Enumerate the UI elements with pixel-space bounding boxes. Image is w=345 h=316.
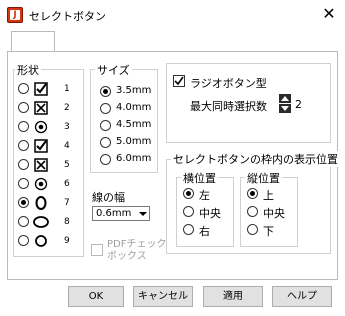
- shape-group-label: 形状: [15, 62, 41, 78]
- checkbox-cross-icon: [33, 100, 49, 116]
- size-radio[interactable]: [100, 103, 111, 114]
- horizontal-position-option: 左: [199, 189, 210, 202]
- shape-number: 8: [64, 217, 70, 227]
- size-option-label: 6.0mm: [116, 153, 152, 164]
- shape-number: 3: [64, 122, 70, 132]
- shape-number: 7: [64, 198, 70, 208]
- max-select-value: 2: [295, 98, 302, 111]
- radio-dot-icon: [33, 119, 49, 135]
- pdf-check-checkbox[interactable]: [91, 244, 103, 256]
- close-icon[interactable]: ✕: [318, 3, 340, 25]
- line-width-value: 0.6mm: [96, 208, 132, 219]
- vertical-position-radio[interactable]: [247, 188, 258, 199]
- oval-tall-icon: [33, 195, 49, 211]
- radio-dot-icon: [33, 176, 49, 192]
- apply-button[interactable]: 適用: [203, 286, 263, 307]
- pdf-check-label-line2: ボックス: [107, 251, 147, 262]
- shape-radio-2[interactable]: [18, 102, 29, 113]
- size-radio[interactable]: [100, 154, 111, 165]
- checkbox-check-icon: [33, 81, 49, 97]
- size-option-label: 3.5mm: [116, 85, 152, 96]
- horizontal-position-radio[interactable]: [183, 224, 194, 235]
- title-bar: J セレクトボタン ✕: [0, 0, 345, 30]
- help-button[interactable]: ヘルプ: [272, 286, 332, 307]
- oval-wide-icon: [33, 214, 49, 230]
- cancel-button[interactable]: キャンセル: [133, 286, 193, 307]
- size-group-label: サイズ: [95, 62, 132, 78]
- shape-radio-4[interactable]: [18, 140, 29, 151]
- checkbox-cross-icon: [33, 157, 49, 173]
- horizontal-position-label: 横位置: [181, 170, 218, 186]
- tab-main[interactable]: [11, 31, 55, 52]
- pdf-check-label: PDFチェック ボックス: [107, 239, 166, 263]
- app-icon-letter: J: [10, 10, 20, 20]
- vertical-position-option: 中央: [263, 207, 285, 220]
- spinner-down-icon[interactable]: [279, 104, 291, 113]
- size-radio[interactable]: [100, 86, 111, 97]
- check-icon: [174, 76, 184, 86]
- shape-number: 5: [64, 160, 70, 170]
- shape-number: 2: [64, 103, 70, 113]
- spinner-up-icon[interactable]: [279, 94, 291, 103]
- pdf-check-label-line1: PDFチェック: [107, 239, 167, 250]
- max-select-spinner[interactable]: [279, 94, 291, 113]
- radio-type-checkbox[interactable]: [173, 75, 185, 87]
- app-icon: J: [7, 7, 23, 23]
- shape-number: 9: [64, 236, 70, 246]
- ok-button[interactable]: OK: [68, 286, 124, 307]
- position-group-label: セレクトボタンの枠内の表示位置: [171, 151, 340, 167]
- horizontal-position-option: 中央: [199, 207, 221, 220]
- size-option-label: 5.0mm: [116, 136, 152, 147]
- vertical-position-option: 下: [263, 225, 274, 238]
- shape-radio-7[interactable]: [18, 197, 29, 208]
- size-radio[interactable]: [100, 137, 111, 148]
- shape-radio-8[interactable]: [18, 216, 29, 227]
- line-width-label: 線の幅: [92, 191, 125, 204]
- window-title: セレクトボタン: [29, 10, 106, 23]
- vertical-position-label: 縦位置: [245, 170, 282, 186]
- shape-number: 4: [64, 141, 70, 151]
- line-width-dropdown[interactable]: 0.6mm: [92, 206, 150, 221]
- vertical-position-radio[interactable]: [247, 206, 258, 217]
- shape-radio-5[interactable]: [18, 159, 29, 170]
- radio-type-label: ラジオボタン型: [190, 77, 267, 90]
- shape-radio-3[interactable]: [18, 121, 29, 132]
- vertical-position-radio[interactable]: [247, 224, 258, 235]
- horizontal-position-radio[interactable]: [183, 206, 194, 217]
- size-option-label: 4.5mm: [116, 119, 152, 130]
- circle-small-icon: [33, 233, 49, 249]
- shape-radio-9[interactable]: [18, 235, 29, 246]
- size-radio[interactable]: [100, 120, 111, 131]
- horizontal-position-radio[interactable]: [183, 188, 194, 199]
- shape-radio-1[interactable]: [18, 83, 29, 94]
- size-option-label: 4.0mm: [116, 102, 152, 113]
- shape-radio-6[interactable]: [18, 178, 29, 189]
- shape-number: 6: [64, 179, 70, 189]
- vertical-position-option: 上: [263, 189, 274, 202]
- horizontal-position-option: 右: [199, 225, 210, 238]
- checkbox-check-icon: [33, 138, 49, 154]
- chevron-down-icon: [139, 212, 147, 216]
- shape-number: 1: [64, 84, 70, 94]
- max-select-label: 最大同時選択数: [190, 100, 267, 113]
